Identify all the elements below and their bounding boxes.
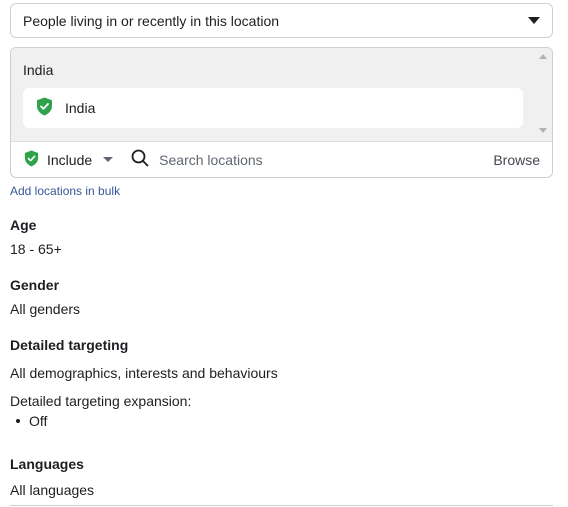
location-group-header: India [23,62,54,78]
languages-value: All languages [10,482,95,498]
location-item-label: India [65,100,96,116]
location-type-label: People living in or recently in this loc… [23,12,280,29]
include-label: Include [47,151,93,168]
targeting-expansion-list: Off [14,413,47,429]
languages-title: Languages [10,456,84,472]
detailed-targeting-title: Detailed targeting [10,337,129,353]
locations-box: India India Include Browse [10,47,553,178]
targeting-expansion-label: Detailed targeting expansion: [10,393,192,409]
gender-title: Gender [10,277,60,293]
caret-down-icon [528,17,540,24]
location-search-input[interactable] [159,151,460,168]
browse-button[interactable]: Browse [493,152,540,168]
detailed-targeting-value: All demographics, interests and behaviou… [10,365,278,381]
gender-value: All genders [10,301,81,317]
scroll-up-arrow-icon[interactable] [539,54,547,59]
location-type-dropdown[interactable]: People living in or recently in this loc… [10,3,553,38]
locations-toolbar: Include Browse [11,141,552,177]
bullet-icon [16,419,20,423]
location-item-india[interactable]: India [23,88,523,128]
section-divider [10,505,553,506]
scroll-down-arrow-icon[interactable] [539,128,547,133]
include-exclude-dropdown[interactable]: Include [24,150,114,170]
caret-down-icon [103,157,114,162]
location-search [131,149,552,170]
search-icon [131,149,149,170]
targeting-expansion-value: Off [29,413,48,429]
add-locations-in-bulk-link[interactable]: Add locations in bulk [10,184,120,198]
age-title: Age [10,217,37,233]
selected-locations-list: India India [11,48,552,141]
shield-check-icon [24,150,39,170]
shield-check-icon [36,97,53,119]
age-value: 18 - 65+ [10,241,62,257]
